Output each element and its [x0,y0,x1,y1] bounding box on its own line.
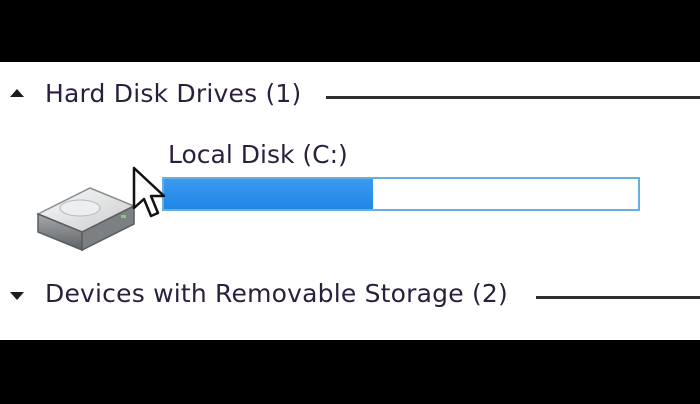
collapse-arrow-icon[interactable] [10,89,24,97]
group-header-hard-disk-drives[interactable]: Hard Disk Drives (1) [0,76,700,116]
disk-usage-bar [162,177,640,211]
drive-name: Local Disk (C:) [168,140,348,169]
explorer-computer-view: Hard Disk Drives (1) Local Disk (C:) Dev… [0,62,700,340]
mouse-cursor-icon [132,166,166,218]
hard-drive-icon [36,187,136,252]
group-divider [326,96,700,99]
expand-arrow-icon[interactable] [10,292,24,300]
group-divider [536,296,700,299]
drive-tile-local-disk-c[interactable]: Local Disk (C:) [30,134,660,254]
group-title: Devices with Removable Storage (2) [45,279,508,308]
group-title: Hard Disk Drives (1) [45,79,302,108]
disk-usage-fill [164,179,373,209]
group-header-removable-storage[interactable]: Devices with Removable Storage (2) [0,276,700,316]
